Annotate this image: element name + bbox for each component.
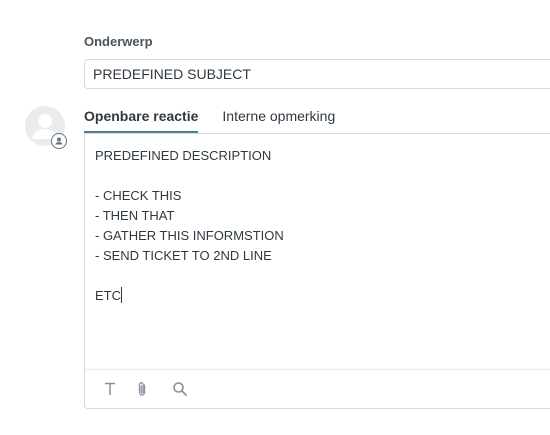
comment-line: - THEN THAT [95,208,175,223]
comment-line [95,166,545,186]
text-format-icon[interactable] [101,380,119,398]
reply-type-tabs: Openbare reactie Interne opmerking [84,107,359,134]
editor-toolbar [85,369,550,409]
comment-editor[interactable]: PREDEFINED DESCRIPTION - CHECK THIS - THE… [84,133,550,409]
comment-line: - SEND TICKET TO 2ND LINE [95,248,272,263]
search-icon[interactable] [171,380,189,398]
subject-label: Onderwerp [84,34,153,49]
comment-line: ETC [95,288,121,303]
comment-line: PREDEFINED DESCRIPTION [95,148,272,163]
comment-line: - GATHER THIS INFORMSTION [95,228,284,243]
tab-internal-note[interactable]: Interne opmerking [222,107,335,131]
comment-line-last: ETC [95,286,545,306]
user-badge-icon [51,133,67,149]
subject-input[interactable] [84,59,550,89]
comment-text[interactable]: PREDEFINED DESCRIPTION - CHECK THIS - THE… [95,146,545,306]
comment-line: - CHECK THIS [95,188,182,203]
text-caret [121,287,122,303]
comment-line [95,266,545,286]
reply-composer: Onderwerp Openbare reactie Interne opmer… [0,0,550,435]
tab-public-reply[interactable]: Openbare reactie [84,107,199,134]
paperclip-icon[interactable] [133,380,151,398]
